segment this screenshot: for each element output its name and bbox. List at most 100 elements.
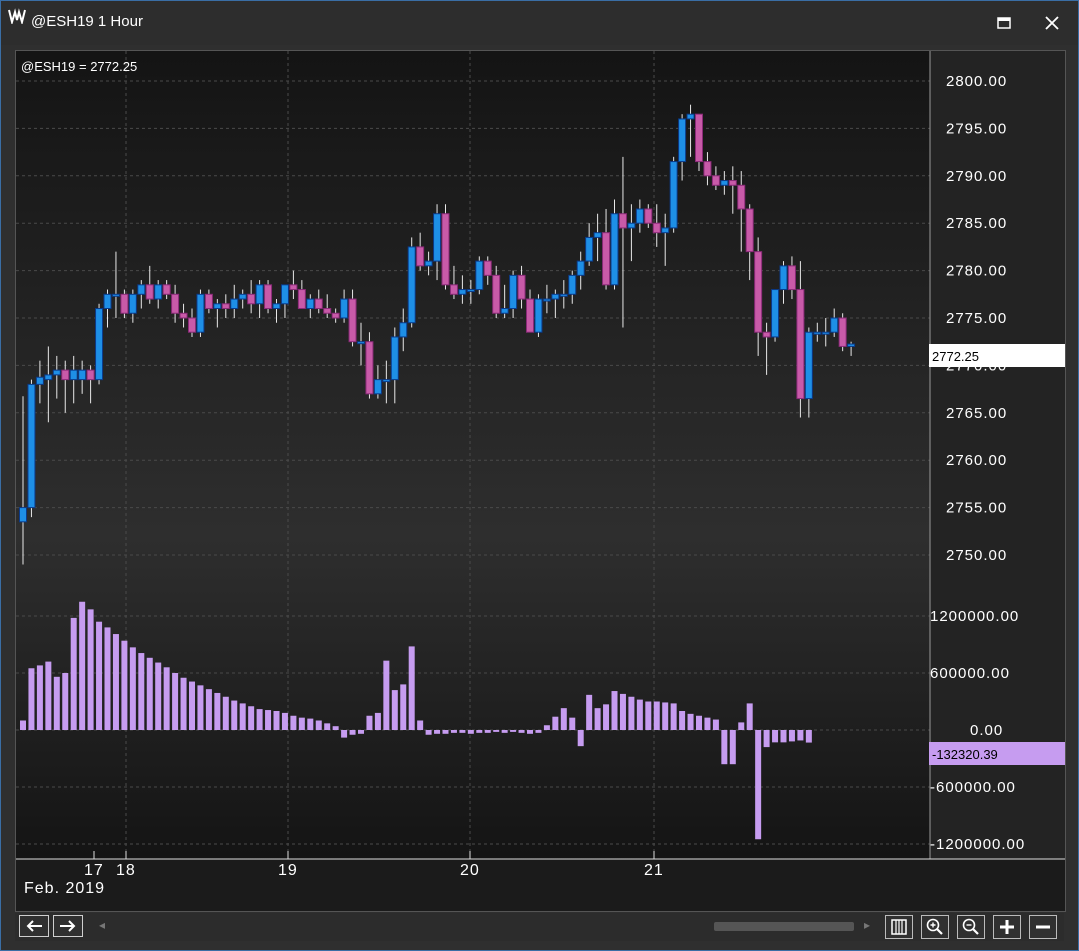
candle-body xyxy=(830,317,839,333)
plus-icon[interactable] xyxy=(993,915,1021,939)
candle-body xyxy=(433,213,442,262)
scroll-left-icon[interactable]: ◂ xyxy=(99,918,105,932)
candle-body xyxy=(509,274,518,310)
volume-bar xyxy=(79,601,86,730)
candle-body xyxy=(568,274,577,295)
volume-bar xyxy=(527,730,533,734)
volume-bar xyxy=(476,730,483,733)
horizontal-scrollbar[interactable]: ◂ ▸ xyxy=(99,917,879,935)
volume-bar xyxy=(417,720,424,730)
volume-bar xyxy=(180,677,187,730)
price-tick-label: 2755.00 xyxy=(946,500,1007,517)
volume-bar xyxy=(315,720,322,730)
candle-body xyxy=(27,383,36,509)
price-tick-label: 2790.00 xyxy=(946,168,1007,185)
candle-body xyxy=(483,260,492,276)
volume-bar xyxy=(780,730,787,743)
volume-bar xyxy=(763,730,770,748)
volume-bar xyxy=(450,730,457,733)
volume-bar xyxy=(391,690,398,730)
volume-last-label: -132320.39 xyxy=(932,747,998,762)
volume-bar xyxy=(256,709,263,730)
volume-tick-label: -1200000.00 xyxy=(930,836,1025,853)
candle-body xyxy=(711,175,720,186)
candle-body xyxy=(399,322,408,338)
candle-body xyxy=(593,232,602,238)
candle-body xyxy=(19,507,27,523)
price-tick-label: 2775.00 xyxy=(946,310,1007,327)
candle-body xyxy=(179,312,188,319)
close-icon[interactable] xyxy=(1037,9,1067,37)
zoom-in-icon[interactable] xyxy=(921,915,949,939)
candle-body xyxy=(754,251,763,333)
chart-window: @ESH19 1 Hour 2800.00 2795.00 2790.00 2785.… xyxy=(0,0,1079,951)
bar-spacing-icon[interactable] xyxy=(885,915,913,939)
volume-bar xyxy=(510,730,517,732)
price-tick-label: 2760.00 xyxy=(946,452,1007,469)
volume-bar xyxy=(670,703,677,730)
scroll-thumb[interactable] xyxy=(714,922,854,931)
minus-icon[interactable] xyxy=(1029,915,1057,939)
candle-body xyxy=(635,208,644,224)
volume-bar xyxy=(434,730,441,734)
volume-bar xyxy=(197,685,204,730)
volume-tick-label: 0.00 xyxy=(970,722,1003,739)
volume-bar xyxy=(45,661,52,730)
volume-bar xyxy=(248,706,255,730)
volume-bar xyxy=(425,730,432,735)
volume-bar xyxy=(662,702,669,730)
candle-body xyxy=(500,308,509,314)
volume-bar xyxy=(619,693,626,730)
volume-bar xyxy=(290,715,297,730)
candle-body xyxy=(137,284,146,295)
candle-body xyxy=(382,379,391,383)
candle-body xyxy=(585,236,594,262)
volume-bar xyxy=(104,627,111,730)
volume-bar xyxy=(552,716,559,730)
candle-body xyxy=(779,265,788,291)
candle-body xyxy=(618,213,627,229)
arrow-right-icon[interactable] xyxy=(53,915,83,937)
volume-bar xyxy=(729,730,736,765)
volume-bar xyxy=(62,673,69,730)
title-bar[interactable]: @ESH19 1 Hour xyxy=(1,1,1078,45)
volume-bar xyxy=(222,696,229,730)
scroll-right-icon[interactable]: ▸ xyxy=(864,918,870,932)
chart-svg[interactable]: 2800.00 2795.00 2790.00 2785.00 2780.00 2775.… xyxy=(16,51,1065,911)
app-logo-icon xyxy=(8,8,26,24)
volume-bar xyxy=(138,653,145,730)
candle-body xyxy=(771,289,780,338)
volume-bar xyxy=(121,640,128,730)
candle-body xyxy=(441,213,450,286)
candle-body xyxy=(559,293,568,297)
candle-body xyxy=(466,289,475,293)
volume-bar xyxy=(374,712,381,730)
chart-area[interactable]: 2800.00 2795.00 2790.00 2785.00 2780.00 2775.… xyxy=(15,50,1066,912)
zoom-out-icon[interactable] xyxy=(957,915,985,939)
candle-body xyxy=(551,293,560,300)
arrow-left-icon[interactable] xyxy=(19,915,49,937)
candle-body xyxy=(526,298,534,333)
volume-bar xyxy=(679,711,686,730)
candle-body xyxy=(171,293,180,314)
candle-body xyxy=(813,331,822,335)
volume-bar xyxy=(70,617,77,730)
candle-body xyxy=(120,293,129,314)
volume-bar xyxy=(704,717,711,730)
candle-body xyxy=(475,260,484,291)
volume-bar xyxy=(645,701,652,730)
volume-bar xyxy=(324,723,331,730)
volume-bar xyxy=(273,711,280,730)
candle-body xyxy=(390,336,399,381)
candle-body xyxy=(196,293,205,333)
volume-bar xyxy=(146,657,153,730)
candle-body xyxy=(238,293,247,300)
candle-body xyxy=(627,222,636,229)
volume-bar xyxy=(687,713,694,730)
candle-body xyxy=(162,284,171,295)
maximize-icon[interactable] xyxy=(989,9,1019,37)
candle-body xyxy=(576,260,585,276)
volume-bar xyxy=(112,634,119,730)
volume-bar xyxy=(214,692,221,730)
date-tick-label: 19 xyxy=(278,862,298,879)
